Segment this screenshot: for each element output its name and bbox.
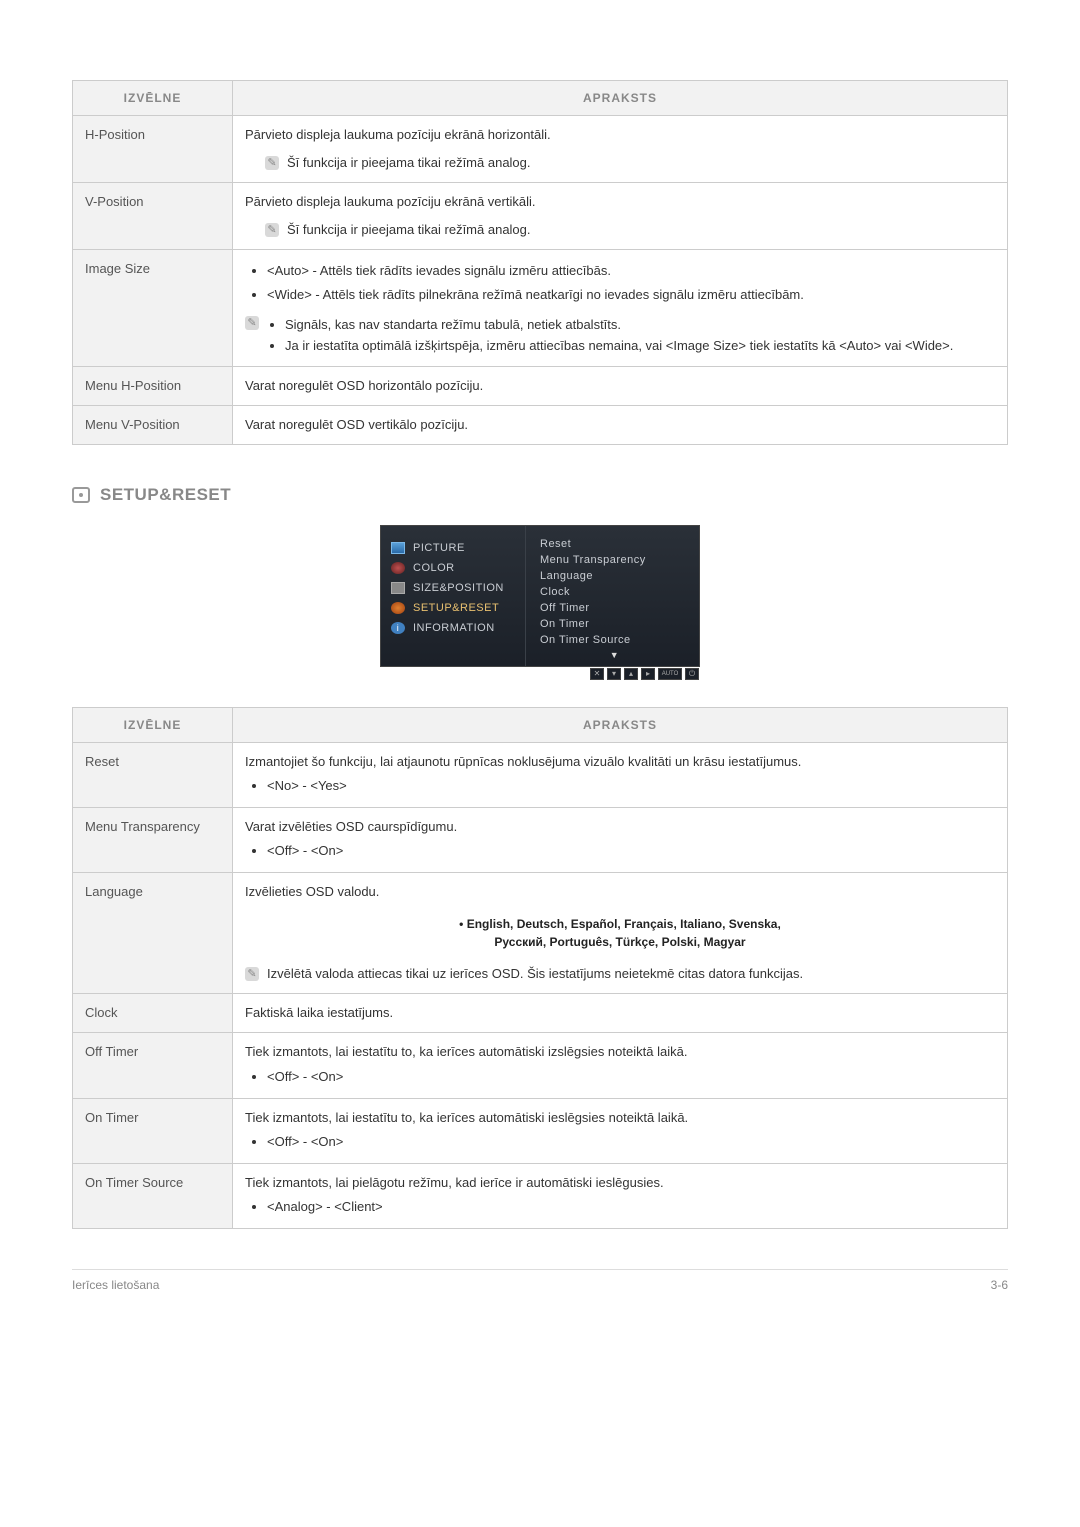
osd-btn-power: ⏻	[685, 668, 699, 680]
row-vposition-desc: Pārvieto displeja laukuma pozīciju ekrān…	[233, 183, 1008, 250]
osd-menu-right: Reset Menu Transparency Language Clock O…	[526, 526, 699, 666]
osd-color: COLOR	[413, 562, 455, 574]
ont-desc-text: Tiek izmantots, lai iestatītu to, ka ier…	[245, 1107, 995, 1129]
lang-note: Izvēlētā valoda attiecas tikai uz ierīce…	[267, 966, 803, 981]
lang-list: English, Deutsch, Español, Français, Ita…	[245, 915, 995, 951]
color-icon	[391, 562, 405, 574]
osd-menu-left: PICTURE COLOR SIZE&POSITION SETUP&RESET …	[381, 526, 526, 666]
info-icon: i	[391, 622, 405, 634]
row-onts-desc: Tiek izmantots, lai pielāgotu režīmu, ka…	[233, 1163, 1008, 1228]
footer-page-number: 3-6	[991, 1278, 1008, 1292]
page-footer: Ierīces lietošana 3-6	[72, 1269, 1008, 1292]
row-clock-name: Clock	[73, 994, 233, 1033]
row-mtrans-desc: Varat izvēlēties OSD caurspīdīgumu. <Off…	[233, 807, 1008, 872]
note-icon: ✎	[265, 156, 279, 170]
picture-icon	[391, 542, 405, 554]
osd-r-clock: Clock	[540, 584, 689, 600]
setup-icon	[391, 602, 405, 614]
footer-section: Ierīces lietošana	[72, 1278, 159, 1292]
osd-r-reset: Reset	[540, 536, 689, 552]
row-mtrans-name: Menu Transparency	[73, 807, 233, 872]
setup-reset-table: IZVĒLNE APRAKSTS Reset Izmantojiet šo fu…	[72, 707, 1008, 1229]
row-menuV-desc: Varat noregulēt OSD vertikālo pozīciju.	[233, 405, 1008, 444]
row-hposition-desc: Pārvieto displeja laukuma pozīciju ekrān…	[233, 116, 1008, 183]
section-title: SETUP&RESET	[100, 485, 231, 505]
row-lang-desc: Izvēlieties OSD valodu. English, Deutsch…	[233, 873, 1008, 994]
size-position-table: IZVĒLNE APRAKSTS H-Position Pārvieto dis…	[72, 80, 1008, 445]
osd-info: INFORMATION	[413, 622, 495, 634]
row-imagesize-name: Image Size	[73, 250, 233, 366]
note-icon: ✎	[245, 967, 259, 981]
row-onts-name: On Timer Source	[73, 1163, 233, 1228]
onts-desc-text: Tiek izmantots, lai pielāgotu režīmu, ka…	[245, 1172, 995, 1194]
osd-screenshot: PICTURE COLOR SIZE&POSITION SETUP&RESET …	[72, 525, 1008, 667]
setup-reset-icon	[72, 487, 90, 503]
imagesize-opt-wide: <Wide> - Attēls tiek rādīts pilnekrāna r…	[267, 284, 995, 306]
osd-btn-close: ✕	[590, 668, 604, 680]
row-menuH-desc: Varat noregulēt OSD horizontālo pozīciju…	[233, 366, 1008, 405]
osd-arrow-down-icon: ▼	[540, 648, 689, 662]
row-hposition-name: H-Position	[73, 116, 233, 183]
row-reset-desc: Izmantojiet šo funkciju, lai atjaunotu r…	[233, 742, 1008, 807]
imagesize-note1: Signāls, kas nav standarta režīmu tabulā…	[285, 315, 953, 335]
col-desc2: APRAKSTS	[233, 707, 1008, 742]
osd-setup: SETUP&RESET	[413, 602, 499, 614]
mtrans-options: <Off> - <On>	[267, 840, 995, 862]
vposition-desc-text: Pārvieto displeja laukuma pozīciju ekrān…	[245, 191, 995, 213]
col-desc: APRAKSTS	[233, 81, 1008, 116]
row-clock-desc: Faktiskā laika iestatījums.	[233, 994, 1008, 1033]
osd-btn-right: ▸	[641, 668, 655, 680]
reset-options: <No> - <Yes>	[267, 775, 995, 797]
row-vposition-name: V-Position	[73, 183, 233, 250]
section-heading: SETUP&RESET	[72, 485, 1008, 505]
osd-r-offt: Off Timer	[540, 600, 689, 616]
imagesize-note2: Ja ir iestatīta optimālā izšķirtspēja, i…	[285, 336, 953, 356]
mtrans-desc-text: Varat izvēlēties OSD caurspīdīgumu.	[245, 816, 995, 838]
osd-button-bar: ✕ ▾ ▴ ▸ AUTO ⏻	[590, 668, 699, 680]
osd-r-onts: On Timer Source	[540, 632, 689, 648]
osd-picture: PICTURE	[413, 542, 465, 554]
onts-options: <Analog> - <Client>	[267, 1196, 995, 1218]
note-icon: ✎	[265, 223, 279, 237]
row-reset-name: Reset	[73, 742, 233, 807]
osd-btn-down: ▾	[607, 668, 621, 680]
size-icon	[391, 582, 405, 594]
hposition-note: Šī funkcija ir pieejama tikai režīmā ana…	[287, 155, 531, 170]
offt-options: <Off> - <On>	[267, 1066, 995, 1088]
row-offt-desc: Tiek izmantots, lai iestatītu to, ka ier…	[233, 1033, 1008, 1098]
offt-desc-text: Tiek izmantots, lai iestatītu to, ka ier…	[245, 1041, 995, 1063]
reset-desc-text: Izmantojiet šo funkciju, lai atjaunotu r…	[245, 751, 995, 773]
osd-r-ont: On Timer	[540, 616, 689, 632]
hposition-desc-text: Pārvieto displeja laukuma pozīciju ekrān…	[245, 124, 995, 146]
vposition-note: Šī funkcija ir pieejama tikai režīmā ana…	[287, 222, 531, 237]
osd-r-lang: Language	[540, 568, 689, 584]
row-imagesize-desc: <Auto> - Attēls tiek rādīts ievades sign…	[233, 250, 1008, 366]
osd-btn-up: ▴	[624, 668, 638, 680]
osd-r-mtrans: Menu Transparency	[540, 552, 689, 568]
osd-btn-auto: AUTO	[658, 668, 682, 680]
imagesize-opt-auto: <Auto> - Attēls tiek rādīts ievades sign…	[267, 260, 995, 282]
row-lang-name: Language	[73, 873, 233, 994]
col-menu: IZVĒLNE	[73, 81, 233, 116]
osd-size: SIZE&POSITION	[413, 582, 504, 594]
row-offt-name: Off Timer	[73, 1033, 233, 1098]
row-ont-name: On Timer	[73, 1098, 233, 1163]
col-menu2: IZVĒLNE	[73, 707, 233, 742]
row-menuH-name: Menu H-Position	[73, 366, 233, 405]
ont-options: <Off> - <On>	[267, 1131, 995, 1153]
note-icon: ✎	[245, 316, 259, 330]
lang-list-line2: Русский, Português, Türkçe, Polski, Magy…	[494, 935, 745, 949]
row-menuV-name: Menu V-Position	[73, 405, 233, 444]
lang-desc-text: Izvēlieties OSD valodu.	[245, 881, 995, 903]
row-ont-desc: Tiek izmantots, lai iestatītu to, ka ier…	[233, 1098, 1008, 1163]
lang-list-line1: English, Deutsch, Español, Français, Ita…	[459, 917, 781, 931]
